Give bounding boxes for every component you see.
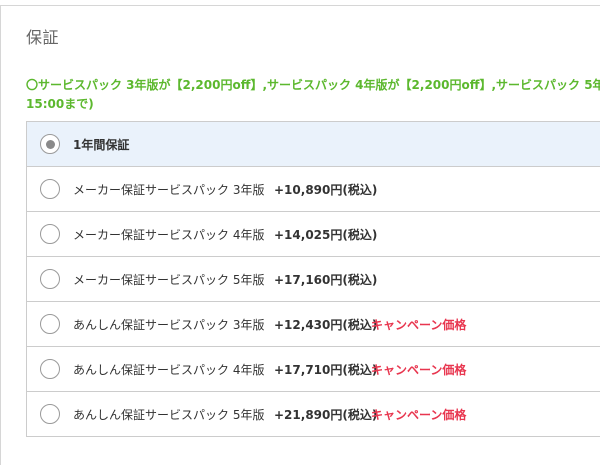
campaign-price-badge: キャンペーン価格 bbox=[371, 362, 467, 377]
radio-icon[interactable] bbox=[40, 269, 60, 289]
warranty-option-anshin-4year[interactable]: あんしん保証サービスパック 4年版 +17,710円(税込) キャンペーン価格 bbox=[27, 347, 600, 392]
radio-icon[interactable] bbox=[40, 314, 60, 334]
option-price: +10,890円(税込) bbox=[274, 182, 378, 197]
radio-icon[interactable] bbox=[40, 224, 60, 244]
option-label: メーカー保証サービスパック 3年版 bbox=[73, 182, 265, 197]
warranty-panel: 保証 〇サービスパック 3年版が【2,200円off】,サービスパック 4年版が… bbox=[0, 5, 600, 465]
warranty-options-list: 1年間保証 メーカー保証サービスパック 3年版 +10,890円(税込) メーカ… bbox=[26, 121, 600, 437]
option-label: あんしん保証サービスパック 4年版 bbox=[73, 362, 265, 377]
campaign-price-badge: キャンペーン価格 bbox=[371, 407, 467, 422]
option-label: あんしん保証サービスパック 3年版 bbox=[73, 317, 265, 332]
option-label: メーカー保証サービスパック 4年版 bbox=[73, 227, 265, 242]
option-price: +14,025円(税込) bbox=[274, 227, 378, 242]
option-price: +12,430円(税込) bbox=[274, 317, 378, 332]
warranty-option-maker-4year[interactable]: メーカー保証サービスパック 4年版 +14,025円(税込) bbox=[27, 212, 600, 257]
campaign-note-line-2: 15:00まで) bbox=[26, 97, 94, 111]
option-label: メーカー保証サービスパック 5年版 bbox=[73, 272, 265, 287]
radio-selected-icon[interactable] bbox=[40, 134, 60, 154]
radio-icon[interactable] bbox=[40, 359, 60, 379]
warranty-option-maker-5year[interactable]: メーカー保証サービスパック 5年版 +17,160円(税込) bbox=[27, 257, 600, 302]
radio-dot-icon bbox=[45, 139, 55, 149]
option-price: +17,710円(税込) bbox=[274, 362, 378, 377]
radio-icon[interactable] bbox=[40, 404, 60, 424]
campaign-note-line-1: 〇サービスパック 3年版が【2,200円off】,サービスパック 4年版が【2,… bbox=[26, 78, 600, 92]
option-label: 1年間保証 bbox=[73, 137, 130, 152]
warranty-option-maker-3year[interactable]: メーカー保証サービスパック 3年版 +10,890円(税込) bbox=[27, 167, 600, 212]
warranty-option-anshin-3year[interactable]: あんしん保証サービスパック 3年版 +12,430円(税込) キャンペーン価格 bbox=[27, 302, 600, 347]
section-title: 保証 bbox=[26, 28, 60, 47]
option-price: +21,890円(税込) bbox=[274, 407, 378, 422]
option-price: +17,160円(税込) bbox=[274, 272, 378, 287]
warranty-option-1year[interactable]: 1年間保証 bbox=[27, 122, 600, 167]
campaign-note: 〇サービスパック 3年版が【2,200円off】,サービスパック 4年版が【2,… bbox=[26, 76, 600, 114]
campaign-price-badge: キャンペーン価格 bbox=[371, 317, 467, 332]
warranty-option-anshin-5year[interactable]: あんしん保証サービスパック 5年版 +21,890円(税込) キャンペーン価格 bbox=[27, 392, 600, 437]
radio-icon[interactable] bbox=[40, 179, 60, 199]
option-label: あんしん保証サービスパック 5年版 bbox=[73, 407, 265, 422]
